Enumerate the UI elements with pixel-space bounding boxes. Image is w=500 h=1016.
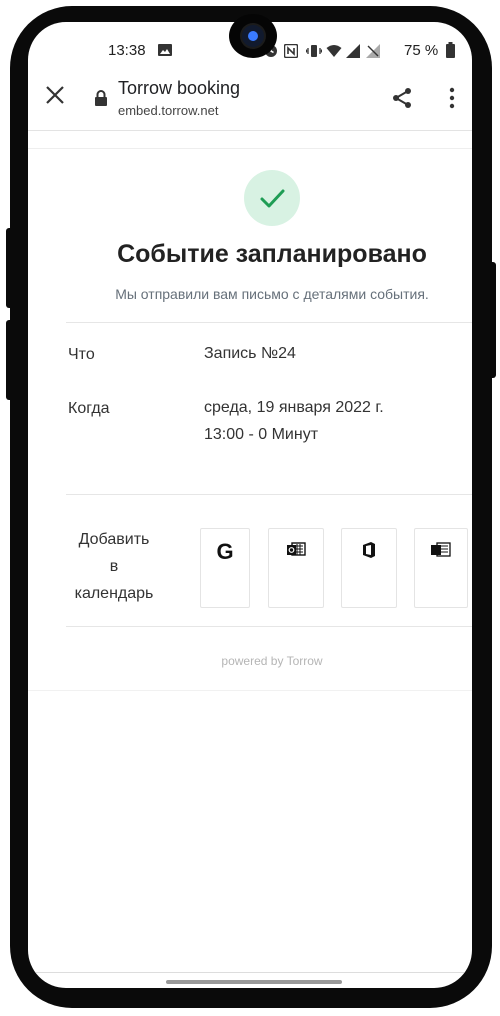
nfc-icon [283, 43, 299, 61]
add-office365-calendar-button[interactable] [341, 528, 397, 608]
confirmation-subtitle: Мы отправили вам письмо с деталями событ… [115, 286, 429, 302]
signal-icon [346, 44, 360, 61]
status-time: 13:38 [108, 42, 146, 59]
divider [28, 690, 472, 691]
home-gesture-bar[interactable] [166, 980, 342, 984]
vibrate-icon [305, 44, 323, 61]
divider [66, 322, 472, 323]
add-google-calendar-button[interactable]: G [200, 528, 250, 608]
lock-icon [94, 90, 108, 106]
when-label: Когда [68, 400, 110, 417]
no-signal-icon [366, 44, 380, 61]
add-outlook-calendar-button[interactable] [268, 528, 324, 608]
when-time: 13:00 - 0 Минут [204, 426, 319, 443]
side-button [6, 320, 14, 400]
phone-screen: 13:38 75 % Torrow booking embed.torrow.n… [28, 22, 472, 988]
side-button [6, 228, 14, 308]
nav-divider [28, 972, 472, 973]
browser-toolbar: Torrow booking embed.torrow.net [28, 64, 472, 131]
add-to-calendar-label: Добавить в календарь [74, 531, 154, 602]
confirmation-heading: Событие запланировано [117, 240, 427, 268]
more-options-icon[interactable] [440, 86, 464, 110]
page-url: embed.torrow.net [118, 103, 219, 118]
side-button [488, 262, 496, 378]
battery-icon [446, 42, 455, 61]
wifi-icon [326, 44, 342, 61]
outlook-calendar-icon [269, 541, 323, 564]
ics-file-icon [415, 541, 467, 564]
divider [28, 148, 472, 149]
powered-by-link[interactable]: powered by Torrow [28, 654, 472, 668]
close-icon[interactable] [44, 84, 66, 106]
add-ics-file-button[interactable] [414, 528, 468, 608]
google-calendar-icon: G [216, 539, 234, 564]
battery-percent: 75 % [404, 42, 439, 59]
what-label: Что [68, 346, 95, 363]
page-title: Torrow booking [118, 78, 241, 98]
office365-calendar-icon [342, 541, 396, 564]
when-date: среда, 19 января 2022 г. [204, 399, 384, 416]
divider [66, 626, 472, 627]
success-check-icon [244, 170, 300, 226]
front-camera [229, 14, 277, 58]
divider [66, 494, 472, 495]
share-icon[interactable] [390, 86, 414, 110]
image-icon [158, 44, 172, 59]
what-value: Запись №24 [204, 345, 296, 362]
